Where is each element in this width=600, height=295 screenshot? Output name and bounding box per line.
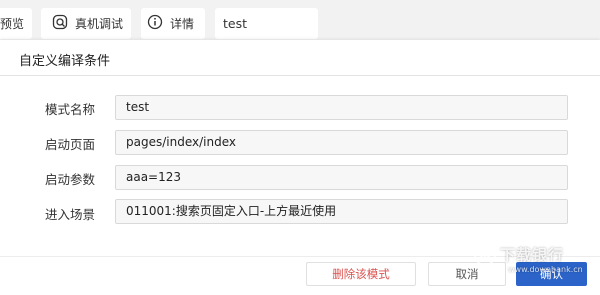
debug-label: 真机调试 xyxy=(75,17,124,31)
preview-label: 预览 xyxy=(0,17,25,31)
delete-mode-button[interactable]: 删除该模式 xyxy=(306,262,416,286)
real-device-debug-button[interactable]: 真机调试 xyxy=(41,8,131,39)
scene-label: 进入场景 xyxy=(45,207,96,222)
footer-divider xyxy=(0,256,600,257)
mode-name-label: 模式名称 xyxy=(45,102,96,117)
title-divider xyxy=(0,75,600,76)
preview-button[interactable]: 预览 xyxy=(0,8,32,39)
cancel-button[interactable]: 取消 xyxy=(428,262,506,286)
mode-name-input[interactable]: test xyxy=(115,95,568,120)
search-icon xyxy=(52,14,68,33)
dialog-title: 自定义编译条件 xyxy=(19,54,111,69)
compile-mode-select[interactable]: test xyxy=(215,8,318,39)
details-label: 详情 xyxy=(170,17,195,31)
start-page-label: 启动页面 xyxy=(45,137,96,152)
custom-compile-dialog: 自定义编译条件 模式名称 test 启动页面 pages/index/index… xyxy=(0,40,600,295)
start-params-label: 启动参数 xyxy=(45,172,96,187)
details-button[interactable]: 详情 xyxy=(141,8,205,39)
start-page-input[interactable]: pages/index/index xyxy=(115,130,568,155)
scene-select[interactable]: 011001:搜索页固定入口-上方最近使用 xyxy=(115,199,568,224)
toolbar: 预览 真机调试 详情 test xyxy=(0,0,600,40)
confirm-button[interactable]: 确认 xyxy=(516,262,587,286)
info-icon xyxy=(147,14,163,33)
start-params-input[interactable]: aaa=123 xyxy=(115,165,568,190)
compile-mode-value: test xyxy=(223,16,248,31)
